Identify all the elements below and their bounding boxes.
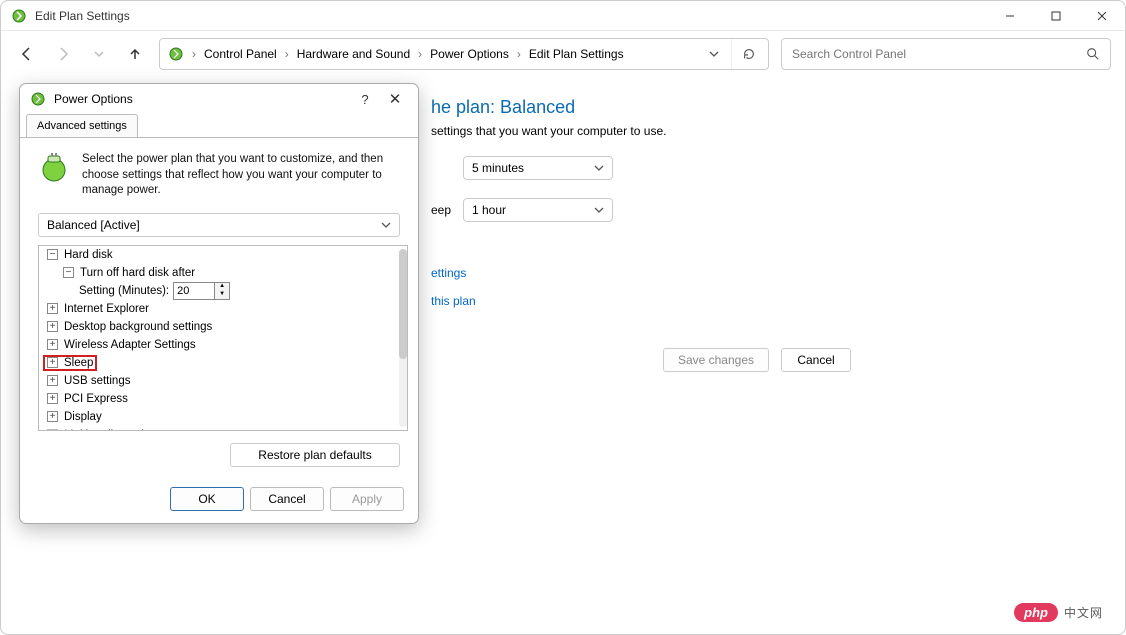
tree-leaf-setting-minutes[interactable]: Setting (Minutes): ▲ ▼ — [39, 282, 397, 300]
watermark: php 中文网 — [1014, 603, 1103, 622]
expand-icon[interactable]: + — [47, 429, 58, 430]
chevron-down-icon — [594, 163, 604, 173]
dialog-description: Select the power plan that you want to c… — [82, 152, 400, 199]
watermark-text: 中文网 — [1064, 604, 1103, 621]
location-icon — [168, 46, 184, 62]
chevron-right-icon[interactable]: › — [416, 47, 424, 61]
expand-icon[interactable]: + — [47, 393, 58, 404]
setting-row-display: 5 minutes — [431, 156, 1095, 180]
address-bar[interactable]: › Control Panel › Hardware and Sound › P… — [159, 38, 769, 70]
close-button[interactable] — [1079, 1, 1125, 31]
dialog-help-button[interactable]: ? — [350, 92, 380, 107]
link-advanced-settings[interactable]: ettings — [431, 266, 1095, 280]
back-button[interactable] — [15, 42, 39, 66]
app-icon — [11, 8, 27, 24]
window-title: Edit Plan Settings — [35, 9, 130, 23]
plan-selector-value: Balanced [Active] — [47, 218, 140, 232]
navigation-bar: › Control Panel › Hardware and Sound › P… — [1, 31, 1125, 77]
plan-selector-dropdown[interactable]: Balanced [Active] — [38, 213, 400, 237]
tree-node-sleep[interactable]: +Sleep — [39, 354, 397, 372]
chevron-right-icon[interactable]: › — [190, 47, 198, 61]
row-label-partial: eep: — [431, 203, 451, 217]
dialog-title: Power Options — [54, 92, 133, 106]
dialog-cancel-button[interactable]: Cancel — [250, 487, 324, 511]
recent-button[interactable] — [87, 42, 111, 66]
power-options-dialog: Power Options ? ✕ Advanced settings Sele… — [19, 83, 419, 524]
cancel-button[interactable]: Cancel — [781, 348, 851, 372]
tree-node-internet-explorer[interactable]: +Internet Explorer — [39, 300, 397, 318]
expand-icon[interactable]: + — [47, 411, 58, 422]
chevron-right-icon[interactable]: › — [283, 47, 291, 61]
power-plan-icon — [38, 152, 70, 184]
dialog-icon — [30, 91, 46, 107]
up-button[interactable] — [123, 42, 147, 66]
tree-node-multimedia[interactable]: +Multimedia settings — [39, 426, 397, 430]
tree-node-usb-settings[interactable]: +USB settings — [39, 372, 397, 390]
chevron-right-icon[interactable]: › — [515, 47, 523, 61]
collapse-icon[interactable]: − — [47, 249, 58, 260]
tree-node-desktop-background[interactable]: +Desktop background settings — [39, 318, 397, 336]
watermark-pill: php — [1014, 603, 1058, 622]
display-timeout-dropdown[interactable]: 5 minutes — [463, 156, 613, 180]
tree-node-pci-express[interactable]: +PCI Express — [39, 390, 397, 408]
dialog-close-button[interactable]: ✕ — [380, 90, 410, 108]
window-titlebar: Edit Plan Settings — [1, 1, 1125, 31]
expand-icon[interactable]: + — [47, 303, 58, 314]
breadcrumb-item[interactable]: Hardware and Sound — [297, 47, 410, 61]
dropdown-value: 1 hour — [472, 203, 506, 217]
save-changes-button[interactable]: Save changes — [663, 348, 769, 372]
minutes-spinner-input[interactable] — [173, 282, 215, 300]
scrollbar-thumb[interactable] — [399, 249, 407, 359]
forward-button[interactable] — [51, 42, 75, 66]
chevron-down-icon — [594, 205, 604, 215]
settings-tree: −Hard disk −Turn off hard disk after Set… — [38, 245, 408, 431]
page-heading: he plan: Balanced — [431, 97, 1095, 118]
expand-icon[interactable]: + — [47, 357, 58, 368]
chevron-down-icon — [381, 220, 391, 230]
collapse-icon[interactable]: − — [63, 267, 74, 278]
spinner-down-button[interactable]: ▼ — [215, 291, 229, 299]
dialog-ok-button[interactable]: OK — [170, 487, 244, 511]
dialog-titlebar: Power Options ? ✕ — [20, 84, 418, 114]
tree-node-hard-disk[interactable]: −Hard disk — [39, 246, 397, 264]
search-icon[interactable] — [1086, 47, 1100, 61]
expand-icon[interactable]: + — [47, 375, 58, 386]
search-input[interactable] — [792, 47, 1086, 61]
breadcrumb-item[interactable]: Power Options — [430, 47, 509, 61]
expand-icon[interactable]: + — [47, 321, 58, 332]
tree-node-turn-off-hard-disk[interactable]: −Turn off hard disk after — [39, 264, 397, 282]
tree-node-display[interactable]: +Display — [39, 408, 397, 426]
minimize-button[interactable] — [987, 1, 1033, 31]
address-dropdown-icon[interactable] — [703, 49, 725, 59]
tree-node-wireless-adapter[interactable]: +Wireless Adapter Settings — [39, 336, 397, 354]
page-subtext: settings that you want your computer to … — [431, 124, 1095, 138]
restore-defaults-button[interactable]: Restore plan defaults — [230, 443, 400, 467]
setting-row-sleep: eep: 1 hour — [431, 198, 1095, 222]
spinner-up-button[interactable]: ▲ — [215, 283, 229, 291]
dropdown-value: 5 minutes — [472, 161, 524, 175]
breadcrumb-item[interactable]: Edit Plan Settings — [529, 47, 624, 61]
refresh-button[interactable] — [731, 39, 760, 69]
dialog-apply-button[interactable]: Apply — [330, 487, 404, 511]
sleep-timeout-dropdown[interactable]: 1 hour — [463, 198, 613, 222]
tab-advanced-settings[interactable]: Advanced settings — [26, 114, 138, 137]
search-box[interactable] — [781, 38, 1111, 70]
breadcrumb-item[interactable]: Control Panel — [204, 47, 277, 61]
maximize-button[interactable] — [1033, 1, 1079, 31]
link-restore-plan[interactable]: this plan — [431, 294, 1095, 308]
expand-icon[interactable]: + — [47, 339, 58, 350]
